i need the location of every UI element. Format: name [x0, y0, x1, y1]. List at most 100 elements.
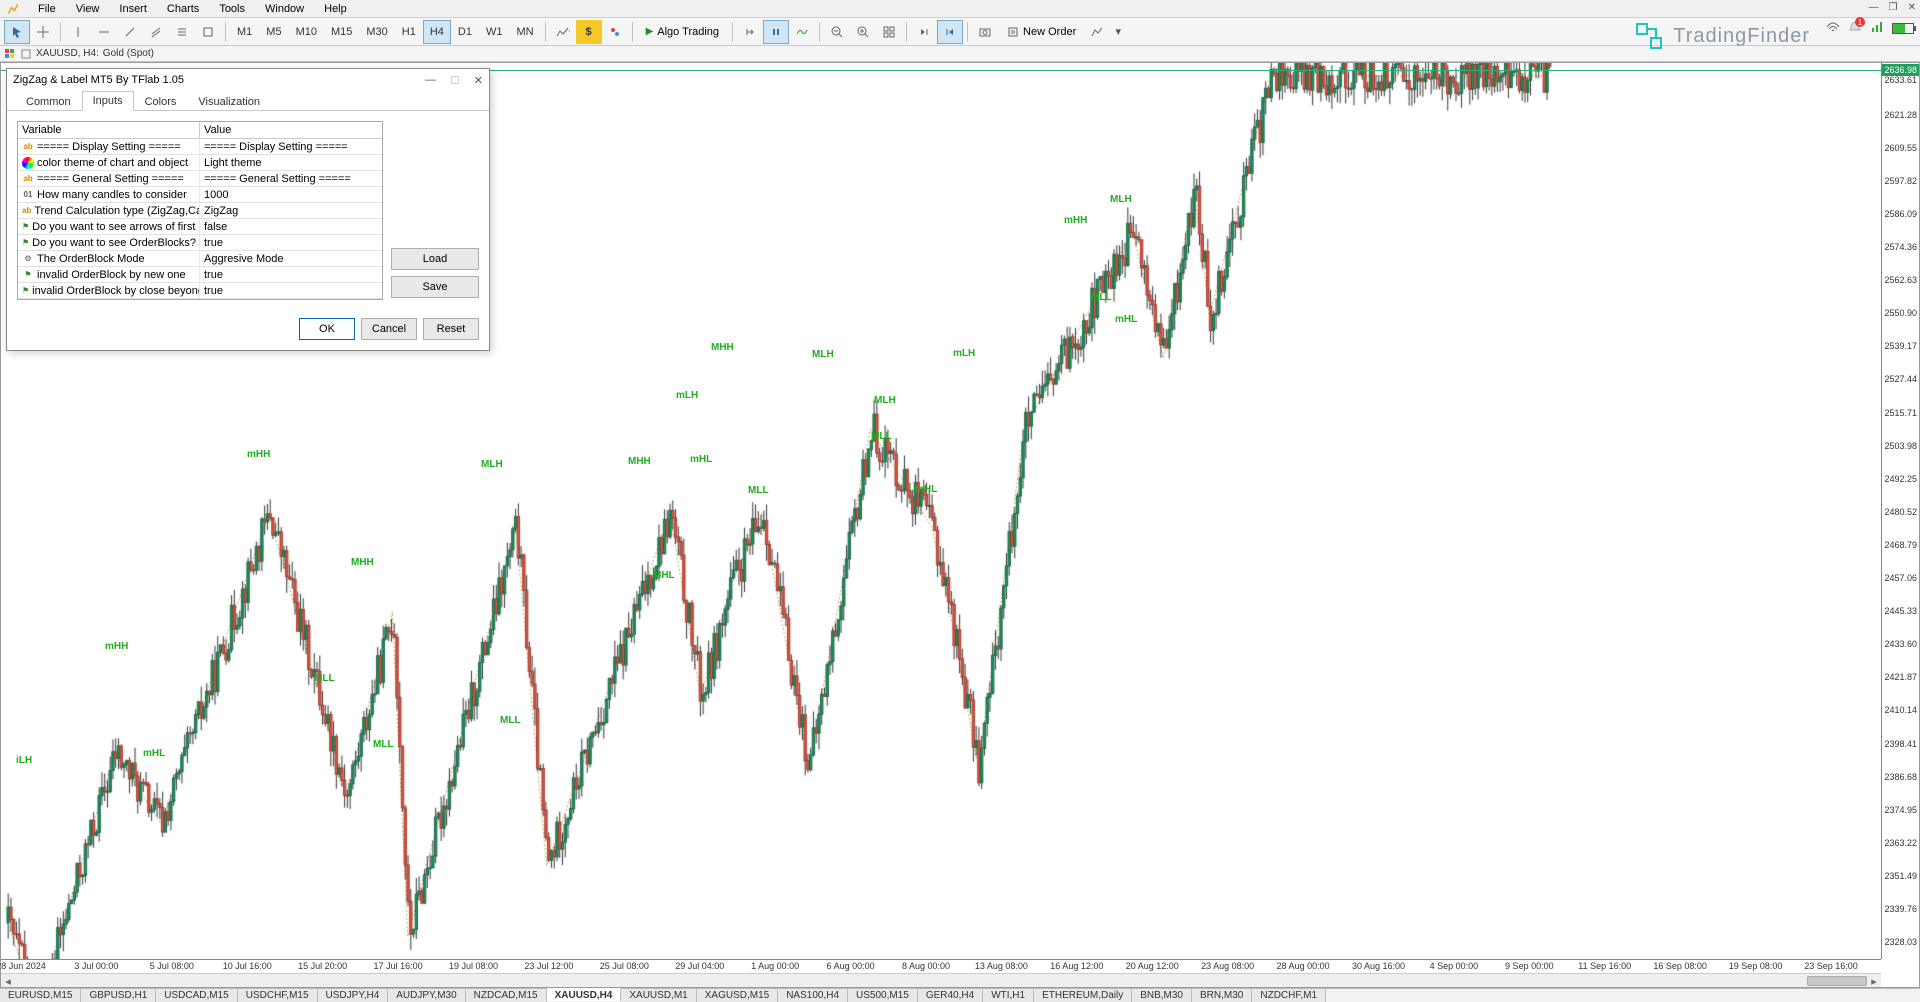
dialog-close-icon[interactable]: ✕: [474, 74, 483, 87]
menu-window[interactable]: Window: [255, 1, 314, 17]
timeframe-h1[interactable]: H1: [395, 20, 423, 44]
shapes-icon[interactable]: [195, 20, 221, 44]
scroll-right-icon[interactable]: ▸: [1867, 974, 1881, 988]
input-row[interactable]: ⚑invalid OrderBlock by new onetrue: [18, 267, 382, 283]
chart-tab[interactable]: NZDCAD,M15: [466, 989, 547, 1002]
zoom-in-icon[interactable]: [850, 20, 876, 44]
chart-tab[interactable]: WTI,H1: [983, 989, 1034, 1002]
ok-button[interactable]: OK: [299, 318, 355, 340]
chart-tab[interactable]: EURUSD,M15: [0, 989, 81, 1002]
chart-tab[interactable]: US500,M15: [848, 989, 918, 1002]
input-value[interactable]: ===== Display Setting =====: [200, 140, 352, 154]
horizontal-line-icon[interactable]: [91, 20, 117, 44]
input-row[interactable]: ⚙The OrderBlock ModeAggresive Mode: [18, 251, 382, 267]
input-value[interactable]: ZigZag: [200, 204, 242, 218]
input-row[interactable]: abTrend Calculation type (ZigZag,Candle)…: [18, 203, 382, 219]
input-value[interactable]: true: [200, 236, 227, 250]
dialog-tab-common[interactable]: Common: [15, 92, 82, 111]
chart-tab[interactable]: ETHEREUM,Daily: [1034, 989, 1132, 1002]
input-value[interactable]: Aggresive Mode: [200, 252, 288, 266]
timeframe-m15[interactable]: M15: [324, 20, 359, 44]
timeframe-d1[interactable]: D1: [451, 20, 479, 44]
chart-tab[interactable]: XAUUSD,M1: [621, 989, 696, 1002]
chart-tab[interactable]: GBPUSD,H1: [81, 989, 156, 1002]
window-restore-icon[interactable]: ❐: [1889, 2, 1898, 13]
input-value[interactable]: true: [200, 284, 227, 298]
x-axis[interactable]: 28 Jun 20243 Jul 00:005 Jul 08:0010 Jul …: [1, 959, 1881, 973]
step-back-icon[interactable]: [937, 20, 963, 44]
menu-file[interactable]: File: [28, 1, 66, 17]
input-row[interactable]: ⚑Do you want to see OrderBlocks?true: [18, 235, 382, 251]
timeframe-w1[interactable]: W1: [479, 20, 510, 44]
save-button[interactable]: Save: [391, 276, 479, 298]
chart-tab[interactable]: GER40,H4: [918, 989, 983, 1002]
tile-windows-icon[interactable]: [4, 48, 16, 60]
chart-tab[interactable]: NAS100,H4: [778, 989, 848, 1002]
timeframe-h4[interactable]: H4: [423, 20, 451, 44]
chart-tab[interactable]: USDJPY,H4: [318, 989, 389, 1002]
input-row[interactable]: 01How many candles to consider1000: [18, 187, 382, 203]
chart-doc-icon[interactable]: [20, 48, 32, 60]
auto-scroll-icon[interactable]: [763, 20, 789, 44]
input-row[interactable]: ab===== General Setting ========== Gener…: [18, 171, 382, 187]
dialog-minimize-icon[interactable]: —: [425, 74, 436, 87]
menu-insert[interactable]: Insert: [109, 1, 157, 17]
dialog-tab-colors[interactable]: Colors: [134, 92, 188, 111]
menu-help[interactable]: Help: [314, 1, 357, 17]
grid-icon[interactable]: [876, 20, 902, 44]
input-value[interactable]: 1000: [200, 188, 232, 202]
new-order-button[interactable]: New Order: [998, 20, 1085, 44]
dialog-maximize-icon[interactable]: ☐: [450, 74, 460, 87]
shift-chart-icon[interactable]: [737, 20, 763, 44]
chart-tab[interactable]: NZDCHF,M1: [1252, 989, 1326, 1002]
crosshair-tool-icon[interactable]: [30, 20, 56, 44]
vertical-line-icon[interactable]: [65, 20, 91, 44]
input-value[interactable]: false: [200, 220, 231, 234]
scroll-left-icon[interactable]: ◂: [1, 974, 15, 988]
chart-type-dropdown-icon[interactable]: [550, 20, 576, 44]
y-axis[interactable]: 2636.98 2633.612621.282609.552597.822586…: [1881, 63, 1919, 959]
input-value[interactable]: Light theme: [200, 156, 265, 170]
camera-icon[interactable]: [972, 20, 998, 44]
input-row[interactable]: color theme of chart and objectLight the…: [18, 155, 382, 171]
window-minimize-icon[interactable]: —: [1869, 2, 1879, 13]
step-forward-icon[interactable]: [911, 20, 937, 44]
input-row[interactable]: ⚑Do you want to see arrows of first cycl…: [18, 219, 382, 235]
chart-tab[interactable]: USDCHF,M15: [238, 989, 318, 1002]
menu-tools[interactable]: Tools: [209, 1, 255, 17]
chart-tab[interactable]: XAUUSD,H4: [547, 988, 622, 1001]
cancel-button[interactable]: Cancel: [361, 318, 417, 340]
chart-tab[interactable]: AUDJPY,M30: [388, 989, 465, 1002]
chart-dropdown-icon[interactable]: [1085, 20, 1111, 44]
load-button[interactable]: Load: [391, 248, 479, 270]
timeframe-m5[interactable]: M5: [259, 20, 288, 44]
market-depth-icon[interactable]: $: [576, 20, 602, 44]
input-row[interactable]: ⚑invalid OrderBlock by close beyondtrue: [18, 283, 382, 299]
algo-trading-button[interactable]: ▶Algo Trading: [637, 20, 728, 44]
timeframe-m30[interactable]: M30: [359, 20, 394, 44]
dialog-titlebar[interactable]: ZigZag & Label MT5 By TFlab 1.05 — ☐ ✕: [7, 69, 489, 91]
inputs-table[interactable]: Variable Value ab===== Display Setting =…: [17, 121, 383, 300]
alert-bell-icon[interactable]: 1: [1848, 20, 1862, 37]
chart-tab[interactable]: BRN,M30: [1192, 989, 1252, 1002]
chart-hscrollbar[interactable]: ◂ ▸: [1, 973, 1881, 987]
menu-view[interactable]: View: [66, 1, 110, 17]
objects-icon[interactable]: [602, 20, 628, 44]
window-close-icon[interactable]: ✕: [1908, 2, 1916, 13]
chart-tab[interactable]: USDCAD,M15: [156, 989, 237, 1002]
network-icon[interactable]: [1870, 20, 1884, 37]
menu-charts[interactable]: Charts: [157, 1, 209, 17]
cursor-tool-icon[interactable]: [4, 20, 30, 44]
timeframe-m10[interactable]: M10: [289, 20, 324, 44]
input-value[interactable]: true: [200, 268, 227, 282]
input-row[interactable]: ab===== Display Setting ========== Displ…: [18, 139, 382, 155]
header-value[interactable]: Value: [200, 122, 235, 138]
reset-button[interactable]: Reset: [423, 318, 479, 340]
trendline-icon[interactable]: [117, 20, 143, 44]
input-value[interactable]: ===== General Setting =====: [200, 172, 355, 186]
header-variable[interactable]: Variable: [18, 122, 200, 138]
fibonacci-icon[interactable]: [169, 20, 195, 44]
dropdown-arrow-icon[interactable]: ▾: [1111, 20, 1125, 44]
wifi-icon[interactable]: [1826, 21, 1840, 36]
indicator-icon[interactable]: [789, 20, 815, 44]
